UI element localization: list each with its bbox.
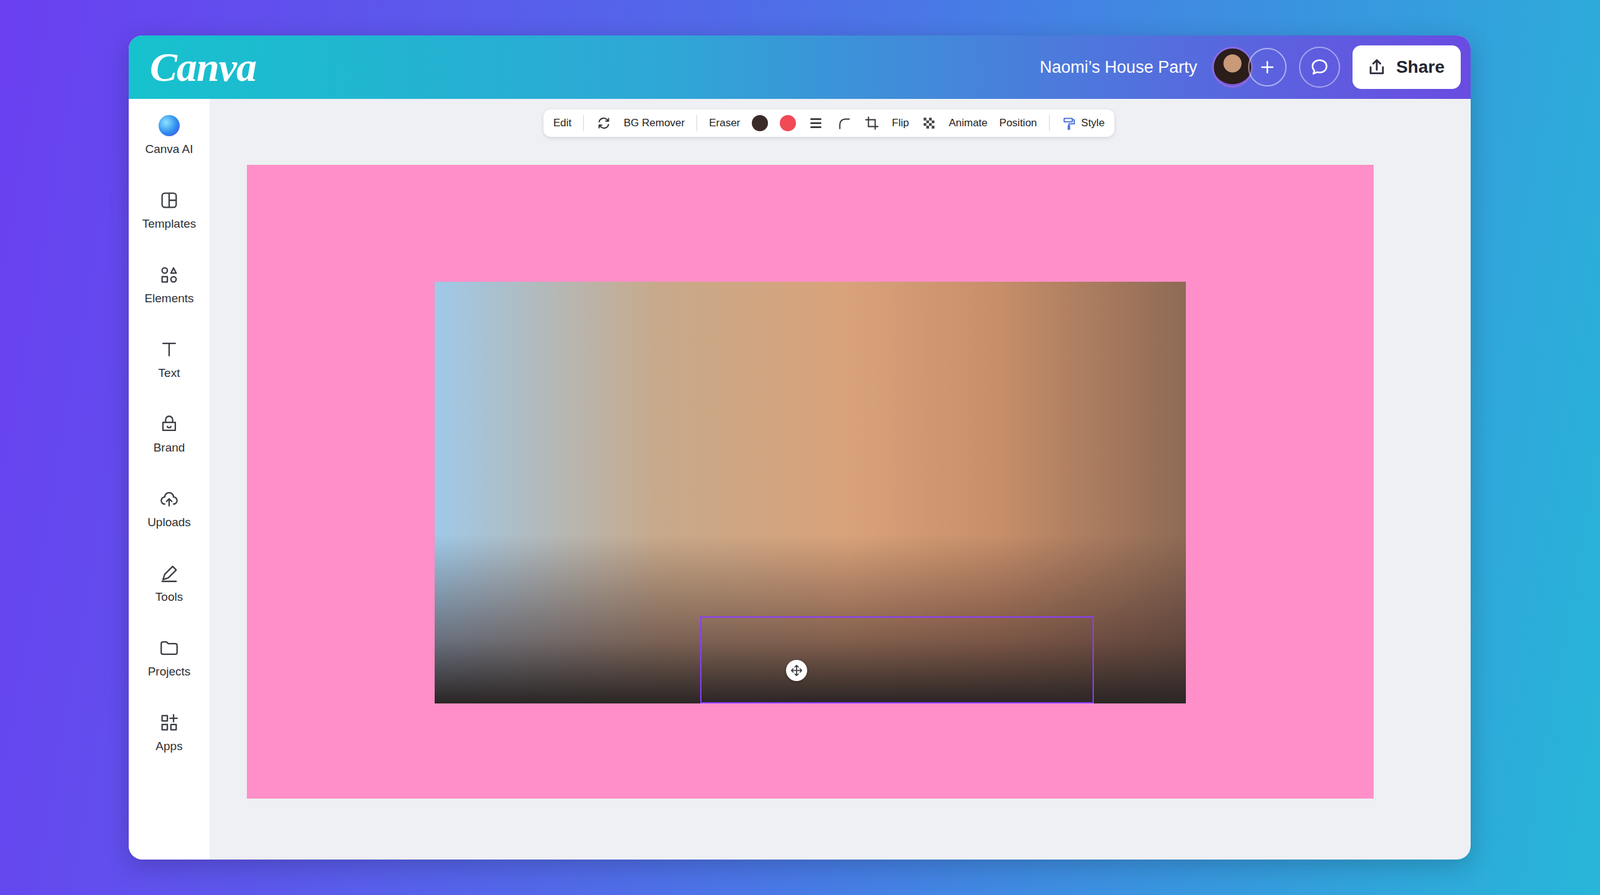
canva-logo[interactable]: Canva: [149, 43, 257, 91]
sidebar-item-label: Elements: [144, 291, 194, 306]
sidebar-item-icon: [158, 712, 180, 734]
sidebar-item-icon: [158, 338, 180, 361]
comment-icon: [1308, 56, 1331, 78]
design-title[interactable]: Naomi’s House Party: [1039, 57, 1198, 78]
toolbar-separator: [696, 115, 698, 132]
plus-icon: [1257, 57, 1277, 77]
sidebar-item[interactable]: Text: [128, 333, 210, 409]
corner-rounding-icon[interactable]: [835, 115, 852, 132]
editor-body: Canva AI Templates Elements Text Brand U…: [128, 98, 1471, 860]
header-bar: Canva Naomi’s House Party Share: [128, 35, 1471, 99]
sidebar-item-label: Canva AI: [144, 142, 193, 157]
sidebar-item-icon: [158, 264, 180, 286]
comment-button[interactable]: [1299, 46, 1341, 88]
edit-button[interactable]: Edit: [553, 116, 572, 130]
design-page[interactable]: [246, 164, 1374, 799]
collaborators: [1211, 46, 1287, 88]
context-toolbar: Edit BG Remover Eraser Flip Animate Posi…: [543, 109, 1115, 137]
sidebar-item-label: Templates: [142, 217, 197, 231]
share-icon: [1366, 56, 1388, 78]
workspace: Edit BG Remover Eraser Flip Animate Posi…: [209, 98, 1471, 860]
share-label: Share: [1396, 57, 1445, 78]
position-button[interactable]: Position: [999, 116, 1037, 130]
editor-window: Canva Naomi’s House Party Share Canva AI…: [128, 35, 1471, 860]
header-actions: Naomi’s House Party Share: [1039, 45, 1461, 89]
sidebar-item-label: Apps: [155, 739, 183, 754]
style-label: Style: [1081, 116, 1106, 130]
sidebar-item-label: Projects: [147, 664, 191, 679]
style-icon: [1061, 115, 1078, 132]
toolbar-separator: [1049, 115, 1050, 132]
sidebar-item-icon: [158, 488, 180, 510]
toolbar-separator: [583, 115, 584, 132]
sidebar-item[interactable]: Apps: [128, 707, 210, 782]
color-swatch[interactable]: [751, 115, 768, 132]
style-button[interactable]: Style: [1061, 115, 1106, 132]
party-illustration[interactable]: [434, 281, 1186, 704]
share-button[interactable]: Share: [1352, 45, 1461, 89]
sidebar-item-icon: [158, 413, 180, 435]
transparency-icon[interactable]: [920, 115, 938, 132]
sidebar-item[interactable]: Canva AI: [128, 110, 210, 185]
sidebar: Canva AI Templates Elements Text Brand U…: [128, 98, 210, 860]
add-collaborator-button[interactable]: [1248, 47, 1287, 87]
sidebar-item[interactable]: Elements: [128, 259, 210, 334]
sidebar-item-label: Text: [158, 366, 181, 380]
desktop-background: Canva Naomi’s House Party Share Canva AI…: [0, 0, 1600, 895]
sidebar-item[interactable]: Tools: [128, 557, 210, 633]
border-style-icon[interactable]: [807, 115, 824, 132]
sidebar-item-label: Brand: [153, 440, 186, 455]
sidebar-item-label: Uploads: [147, 515, 191, 530]
user-avatar[interactable]: [1211, 46, 1254, 88]
sidebar-item[interactable]: Projects: [128, 632, 210, 708]
bg-remover-button[interactable]: BG Remover: [623, 116, 685, 130]
move-icon: [789, 663, 804, 678]
color-swatch[interactable]: [779, 115, 796, 132]
flip-button[interactable]: Flip: [891, 116, 909, 130]
replace-icon[interactable]: [595, 115, 612, 132]
sidebar-item-icon: [158, 637, 180, 659]
sidebar-item-label: Tools: [155, 590, 183, 604]
eraser-button[interactable]: Eraser: [708, 116, 740, 130]
move-handle[interactable]: [786, 659, 808, 681]
crop-icon[interactable]: [863, 115, 880, 132]
sidebar-item[interactable]: Templates: [128, 184, 210, 260]
sidebar-item[interactable]: Brand: [128, 408, 210, 484]
sidebar-item-icon: [158, 189, 180, 211]
toolbar-row: Edit BG Remover Eraser Flip Animate Posi…: [246, 109, 1374, 137]
sidebar-item[interactable]: Uploads: [128, 483, 210, 558]
selection-box[interactable]: [700, 616, 1094, 704]
sidebar-item-icon: [158, 562, 180, 584]
canva-ai-icon: [158, 115, 180, 137]
animate-button[interactable]: Animate: [948, 116, 988, 130]
